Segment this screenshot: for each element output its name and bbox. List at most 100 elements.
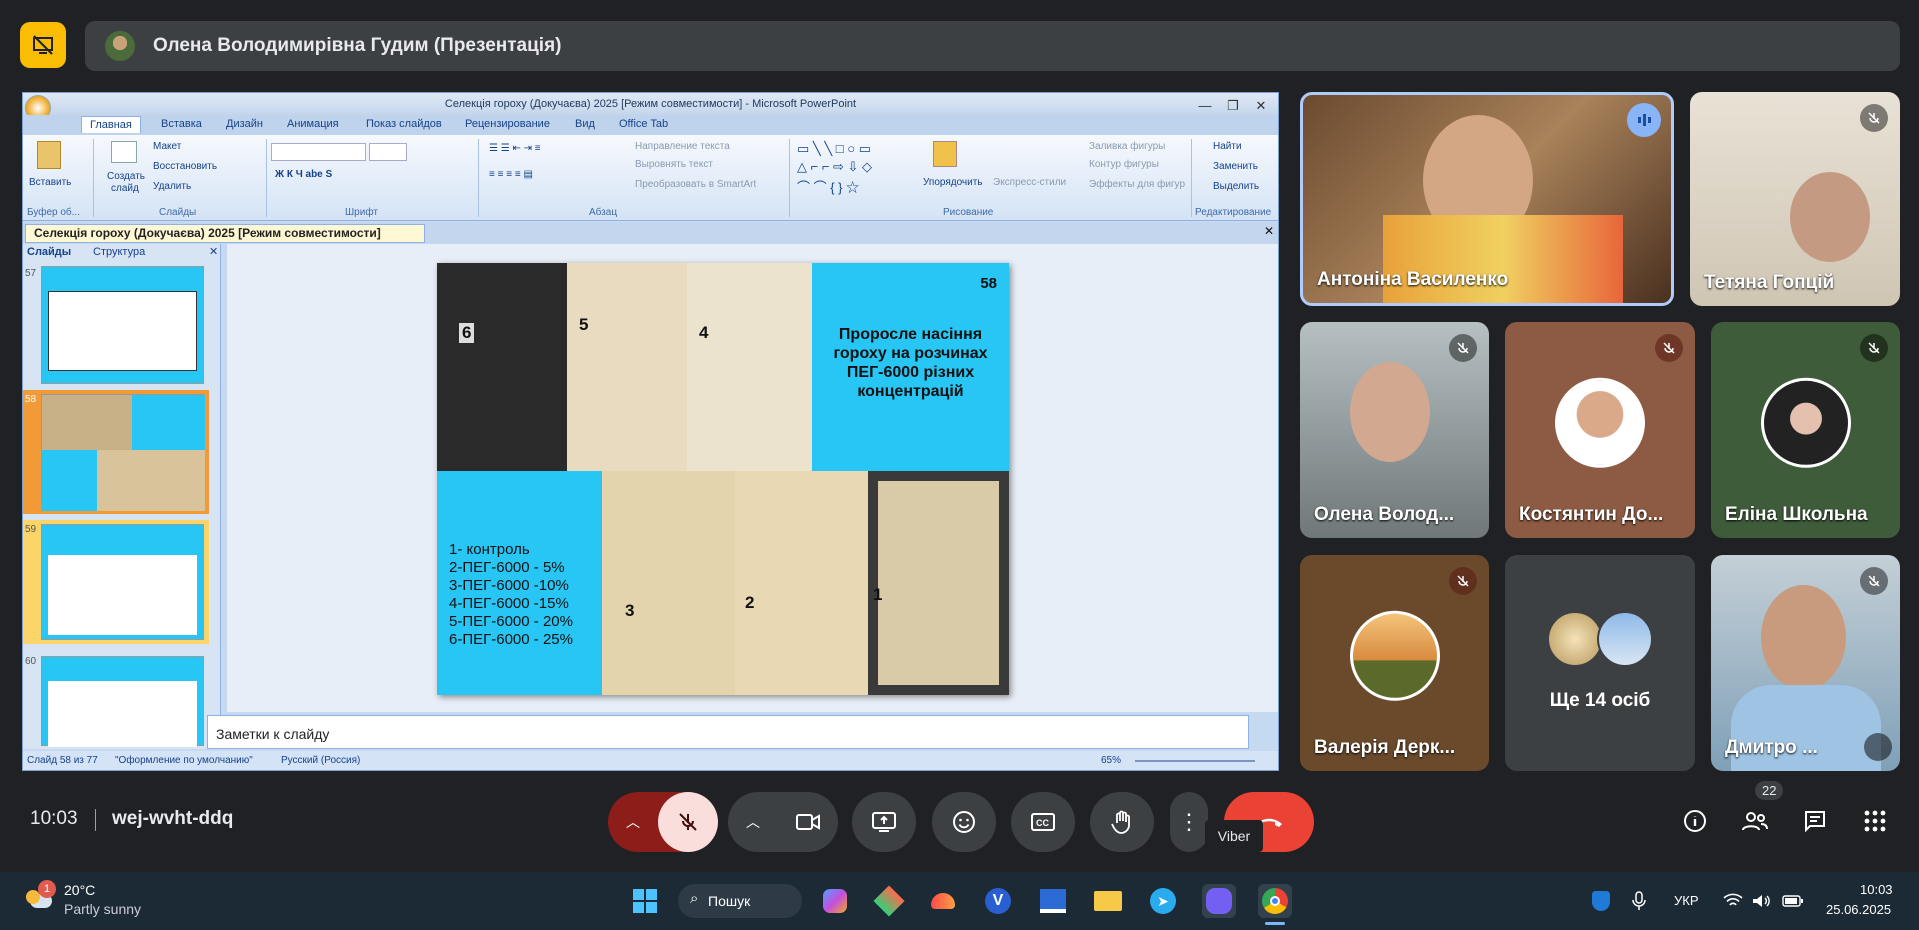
chat-button[interactable]	[1800, 806, 1830, 836]
app-icon[interactable]	[926, 884, 960, 918]
shapes-gallery-row3[interactable]: ⌒ ⌒ { } ☆	[797, 177, 859, 196]
viber-icon[interactable]	[1202, 884, 1236, 918]
delete-button[interactable]: Удалить	[153, 181, 191, 192]
mic-button[interactable]	[658, 792, 718, 852]
tab-slideshow[interactable]: Показ слайдов	[366, 118, 442, 130]
telegram-icon[interactable]: ➤	[1146, 884, 1180, 918]
shape-outline-button[interactable]: Контур фигуры	[1089, 159, 1159, 170]
slide-legend: 1- контроль 2-ПЕГ-6000 - 5% 3-ПЕГ-6000 -…	[449, 541, 573, 649]
arrange-icon[interactable]	[933, 141, 957, 167]
maximize-icon[interactable]: ❐	[1220, 95, 1246, 117]
participant-tile[interactable]: Валерія Дерк...	[1300, 555, 1489, 771]
taskbar-search[interactable]: ⌕ Пошук	[678, 884, 802, 918]
slide-thumb-59[interactable]	[41, 524, 204, 640]
slide-thumb-57[interactable]	[41, 266, 204, 384]
camera-options-icon[interactable]: ︿	[746, 812, 760, 832]
present-button[interactable]	[852, 792, 916, 852]
select-button[interactable]: Выделить	[1213, 181, 1259, 192]
volume-icon[interactable]	[1744, 884, 1778, 918]
participant-tile[interactable]: Костянтин До...	[1505, 322, 1695, 538]
close-doc-icon[interactable]: ✕	[1264, 224, 1274, 238]
more-participants-tile[interactable]: Ще 14 осіб	[1505, 555, 1695, 771]
people-button[interactable]	[1740, 806, 1770, 836]
status-bar: Слайд 58 из 77 "Оформление по умолчанию"…	[23, 751, 1278, 770]
close-icon[interactable]: ✕	[1248, 95, 1274, 117]
file-explorer-icon[interactable]	[1091, 884, 1125, 918]
sidebar-tabs: Слайды Структура ✕	[23, 244, 221, 260]
weather-desc[interactable]: Partly sunny	[64, 901, 141, 917]
new-slide-icon[interactable]	[111, 141, 137, 163]
arrange-button[interactable]: Упорядочить	[923, 177, 983, 188]
new-slide-label-1[interactable]: Создать	[107, 171, 145, 182]
shape-fill-button[interactable]: Заливка фигуры	[1089, 141, 1165, 152]
tray-label: 5	[579, 315, 589, 334]
tab-office-tab[interactable]: Office Tab	[619, 118, 668, 130]
participant-tile[interactable]: Олена Волод...	[1300, 322, 1489, 538]
slide-thumb-60[interactable]	[41, 656, 204, 747]
app-icon[interactable]	[872, 884, 906, 918]
app-icon[interactable]	[1036, 884, 1070, 918]
align-text-button[interactable]: Выровнять текст	[635, 159, 713, 170]
tab-insert[interactable]: Вставка	[161, 118, 202, 130]
notes-pane[interactable]: Заметки к слайду	[207, 715, 1249, 749]
microphone-icon[interactable]	[1622, 884, 1656, 918]
list-icons[interactable]: ☰ ☰ ⇤ ⇥ ≡	[489, 143, 541, 154]
shapes-gallery-row2[interactable]: △ ⌐ ⌐ ⇨ ⇩ ◇	[797, 159, 872, 175]
slide-thumb-58[interactable]	[41, 394, 205, 511]
shape-effects-button[interactable]: Эффекты для фигур	[1089, 179, 1185, 190]
vpn-icon[interactable]: V	[981, 884, 1015, 918]
font-format-icons[interactable]: Ж К Ч abe S	[275, 169, 332, 180]
zoom-slider[interactable]	[1135, 760, 1255, 762]
input-language[interactable]: УКР	[1674, 893, 1699, 908]
participant-tile[interactable]: Еліна Школьна	[1711, 322, 1900, 538]
camera-group: ︿	[728, 792, 838, 852]
info-button[interactable]	[1680, 806, 1710, 836]
weather-temp[interactable]: 20°C	[64, 882, 95, 898]
smartart-button[interactable]: Преобразовать в SmartArt	[635, 179, 756, 190]
slide-number: 58	[980, 275, 997, 292]
more-options-button[interactable]: ⋮	[1170, 792, 1208, 852]
minimize-icon[interactable]: —	[1192, 95, 1218, 117]
replace-button[interactable]: Заменить	[1213, 161, 1258, 172]
tab-review[interactable]: Рецензирование	[465, 118, 550, 130]
mic-options-icon[interactable]: ︿	[626, 812, 640, 832]
paste-button[interactable]: Вставить	[29, 177, 71, 188]
presentation-icon[interactable]	[20, 22, 66, 68]
tab-view[interactable]: Вид	[575, 118, 595, 130]
document-tab[interactable]: Селекція гороху (Докучаєва) 2025 [Режим …	[25, 224, 425, 243]
defender-icon[interactable]	[1584, 884, 1618, 918]
reactions-button[interactable]	[932, 792, 996, 852]
camera-button[interactable]	[778, 792, 838, 852]
find-button[interactable]: Найти	[1213, 141, 1242, 152]
participant-tile[interactable]: Дмитро ...	[1711, 555, 1900, 771]
layout-button[interactable]: Макет	[153, 141, 181, 152]
tab-slides[interactable]: Слайды	[27, 246, 71, 258]
battery-icon[interactable]	[1776, 884, 1810, 918]
text-direction-button[interactable]: Направление текста	[635, 141, 730, 152]
tab-home[interactable]: Главная	[81, 116, 141, 133]
clock-date[interactable]: 25.06.2025	[1826, 902, 1891, 917]
start-icon[interactable]	[628, 884, 662, 918]
tab-animation[interactable]: Анимация	[287, 118, 339, 130]
new-slide-label-2[interactable]: слайд	[111, 183, 139, 194]
captions-button[interactable]: CC	[1011, 792, 1075, 852]
clock-time[interactable]: 10:03	[1860, 882, 1893, 897]
quick-styles-button[interactable]: Экспресс-стили	[993, 177, 1066, 188]
paste-icon[interactable]	[37, 141, 61, 169]
align-icons[interactable]: ≡ ≡ ≡ ≡ ▤	[489, 169, 533, 180]
tab-design[interactable]: Дизайн	[226, 118, 263, 130]
tab-outline[interactable]: Структура	[93, 246, 145, 258]
participant-tile[interactable]: Антоніна Василенко	[1300, 92, 1674, 306]
font-name-select[interactable]	[271, 143, 366, 161]
reset-button[interactable]: Восстановить	[153, 161, 217, 172]
activities-button[interactable]	[1860, 806, 1890, 836]
raise-hand-button[interactable]	[1090, 792, 1154, 852]
chrome-icon[interactable]	[1258, 884, 1292, 918]
shapes-gallery[interactable]: ▭ ╲ ╲ □ ○ ▭	[797, 141, 871, 157]
pip-icon[interactable]	[1864, 733, 1892, 761]
participant-tile[interactable]: Тетяна Гопцій	[1690, 92, 1900, 306]
close-sidebar-icon[interactable]: ✕	[209, 245, 218, 258]
legend-item: 3-ПЕГ-6000 -10%	[449, 577, 569, 594]
font-size-select[interactable]	[369, 143, 407, 161]
copilot-icon[interactable]	[818, 884, 852, 918]
